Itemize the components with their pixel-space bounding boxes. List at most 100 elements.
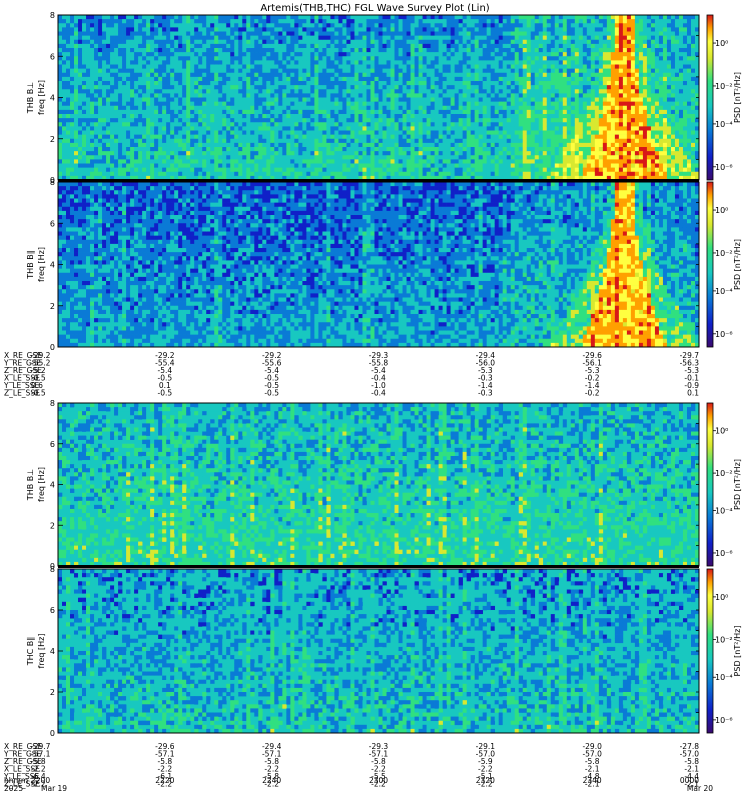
spectrogram-cell (406, 81, 411, 86)
spectrogram-cell (478, 81, 483, 86)
spectrogram-cell (386, 19, 391, 24)
spectrogram-cell (314, 109, 319, 115)
spectrogram-cell (482, 76, 487, 82)
spectrogram-cell (82, 81, 87, 86)
spectrogram-cell (390, 48, 395, 53)
spectrogram-cell (534, 72, 540, 78)
spectrogram-cell (126, 126, 131, 131)
spectrogram-cell (158, 142, 163, 148)
spectrogram-cell (302, 39, 307, 45)
spectrogram-cell (510, 142, 516, 148)
spectrogram-cell (542, 31, 548, 36)
spectrogram-cell (98, 56, 103, 61)
spectrogram-cell (486, 89, 491, 94)
spectrogram-cell (518, 122, 524, 127)
spectrogram-cell (542, 138, 548, 144)
spectrogram-cell (250, 130, 255, 135)
spectrogram-cell (362, 138, 367, 144)
spectrogram-cell (394, 85, 399, 90)
spectrogram-cell (234, 81, 239, 86)
spectrogram-cell (418, 64, 423, 69)
spectrogram-cell (106, 134, 111, 140)
spectrogram-cell (510, 76, 516, 82)
spectrogram-cell (354, 122, 359, 127)
spectrogram-cell (182, 23, 187, 28)
spectrogram-cell (306, 163, 311, 168)
spectrogram-cell (194, 81, 199, 86)
spectrogram-cell (482, 23, 487, 28)
spectrogram-cell (258, 122, 263, 127)
spectrogram-cell (78, 52, 83, 57)
spectrogram-cell (322, 85, 327, 90)
spectrogram-cell (370, 64, 375, 69)
spectrogram-cell (254, 118, 259, 123)
spectrogram-cell (350, 163, 355, 168)
spectrogram-cell (502, 85, 507, 90)
spectrogram-cell (162, 48, 167, 53)
spectrogram-cell (450, 81, 455, 86)
spectrogram-cell (250, 171, 255, 177)
spectrogram-cell (86, 159, 91, 164)
spectrogram-cell (522, 151, 528, 156)
spectrogram-cell (510, 64, 516, 69)
spectrogram-cell (386, 15, 391, 20)
spectrogram-cell (126, 93, 131, 98)
spectrogram-cell (234, 27, 239, 32)
spectrogram-cell (314, 85, 319, 90)
spectrogram-cell (534, 138, 540, 144)
spectrogram-cell (346, 151, 351, 156)
spectrogram-cell (458, 15, 463, 20)
spectrogram-cell (142, 130, 147, 135)
spectrogram-cell (274, 163, 279, 168)
spectrogram-cell (246, 85, 251, 90)
spectrogram-cell (514, 19, 520, 24)
spectrogram-cell (194, 171, 199, 177)
spectrogram-cell (98, 151, 103, 156)
spectrogram-cell (506, 19, 512, 24)
spectrogram-cell (414, 114, 419, 119)
spectrogram-cell (478, 118, 483, 123)
spectrogram-cell (462, 76, 467, 82)
spectrogram-cell (418, 147, 423, 152)
spectrogram-cell (438, 93, 443, 98)
spectrogram-cell (242, 23, 247, 28)
spectrogram-cell (518, 15, 524, 20)
spectrogram-cell (410, 155, 415, 160)
spectrogram-cell (518, 118, 524, 123)
spectrogram-cell (174, 101, 179, 107)
spectrogram-cell (534, 56, 540, 61)
spectrogram-cell (226, 56, 231, 61)
spectrogram-cell (110, 35, 115, 41)
spectrogram-cell (434, 27, 439, 32)
spectrogram-cell (78, 43, 83, 49)
spectrogram-cell (362, 134, 367, 140)
spectrogram-cell (354, 39, 359, 45)
spectrogram-cell (246, 167, 251, 173)
spectrogram-cell (526, 19, 532, 24)
spectrogram-cell (334, 72, 339, 78)
spectrogram-cell (438, 39, 443, 45)
spectrogram-cell (382, 64, 387, 69)
spectrogram-cell (526, 64, 532, 69)
spectrogram-cell (110, 118, 115, 123)
spectrogram-cell (462, 109, 467, 115)
spectrogram-cell (470, 76, 475, 82)
spectrogram-cell (202, 43, 207, 49)
spectrogram-cell (162, 52, 167, 57)
spectrogram-cell (82, 76, 87, 82)
spectrogram-cell (350, 101, 355, 107)
spectrogram-cell (442, 130, 447, 135)
spectrogram-cell (474, 48, 479, 53)
spectrogram-cell (386, 93, 391, 98)
spectrogram-cell (330, 142, 335, 148)
spectrogram-cell (386, 138, 391, 144)
spectrogram-cell (510, 81, 516, 86)
spectrogram-cell (214, 155, 219, 160)
spectrogram-cell (90, 31, 95, 36)
spectrogram-cell (210, 167, 215, 173)
spectrogram-cell (358, 64, 363, 69)
spectrogram-cell (554, 101, 560, 107)
spectrogram-cell (298, 27, 303, 32)
spectrogram-cell (122, 138, 127, 144)
spectrogram-cell (178, 27, 183, 32)
